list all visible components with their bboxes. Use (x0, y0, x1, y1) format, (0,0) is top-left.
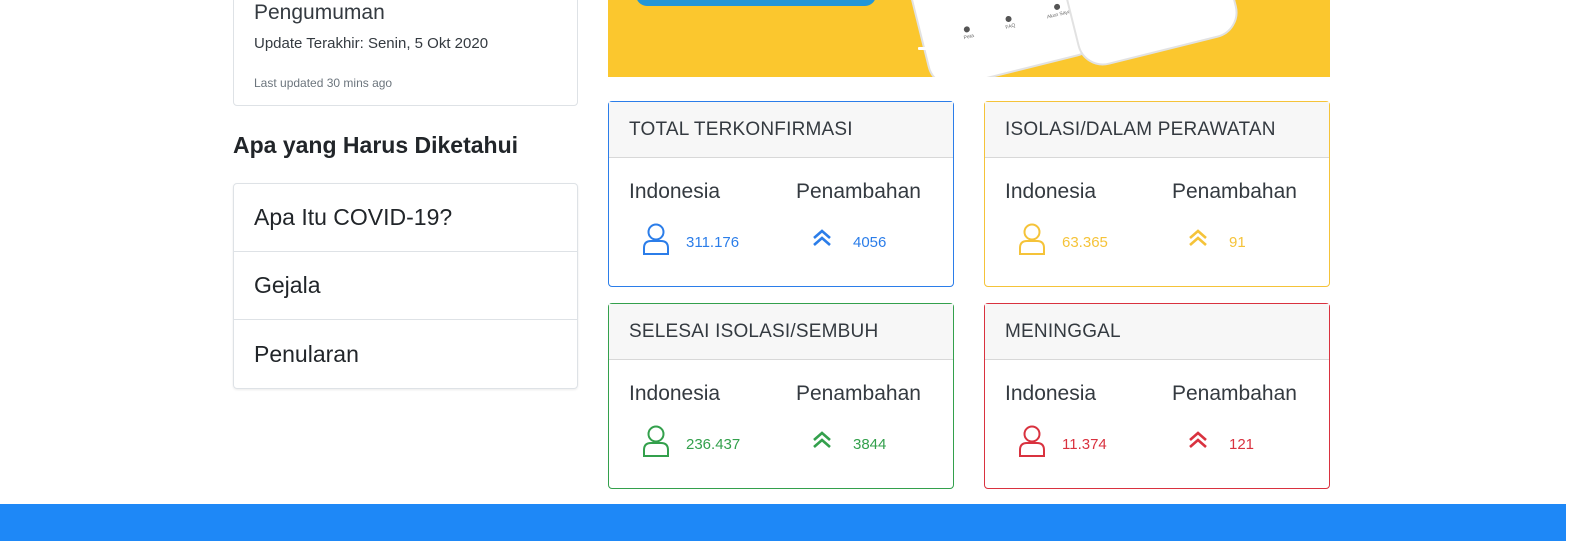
stat-card-title: TOTAL TERKONFIRMASI (609, 102, 953, 158)
phone-nav-map: Peta (961, 25, 976, 47)
stat-label-increase: Penambahan (796, 382, 921, 405)
stat-card-title: ISOLASI/DALAM PERAWATAN (985, 102, 1329, 158)
user-icon (1019, 425, 1045, 457)
double-chevron-up-icon (813, 229, 831, 246)
announcement-update: Update Terakhir: Senin, 5 Okt 2020 (254, 35, 489, 52)
stat-increase-value: 4056 (853, 234, 887, 251)
stat-label-increase: Penambahan (796, 180, 921, 203)
faq-list: Apa Itu COVID-19? Gejala Penularan (233, 183, 578, 389)
stat-card-deaths: MENINGGAL Indonesia Penambahan 11.374 12… (984, 303, 1330, 489)
user-icon (643, 223, 669, 255)
stat-card-recovered: SELESAI ISOLASI/SEMBUH Indonesia Penamba… (608, 303, 954, 489)
stat-increase-value: 121 (1229, 436, 1255, 453)
stat-total-value: 11.374 (1062, 436, 1107, 453)
stat-label-indonesia: Indonesia (629, 382, 721, 405)
scrollbar-track[interactable] (1566, 0, 1587, 541)
announcement-title: Pengumuman (254, 1, 385, 24)
user-icon (1019, 223, 1045, 255)
carousel-indicator-active[interactable] (918, 47, 946, 50)
announcement-last-updated: Last updated 30 mins ago (254, 76, 393, 90)
stat-label-indonesia: Indonesia (1005, 382, 1097, 405)
stat-label-increase: Penambahan (1172, 382, 1297, 405)
user-icon (643, 425, 669, 457)
faq-item-symptoms[interactable]: Gejala (234, 252, 577, 320)
stat-total-value: 236.437 (686, 436, 741, 453)
banner-carousel[interactable]: Peta FAQ Akun Saya (608, 0, 1330, 77)
stat-increase-value: 3844 (853, 436, 887, 453)
stat-card-confirmed: TOTAL TERKONFIRMASI Indonesia Penambahan… (608, 101, 954, 287)
phone-nav-bar: Peta FAQ Akun Saya (961, 1, 1073, 47)
double-chevron-up-icon (813, 431, 831, 448)
phone-nav-faq: FAQ (1003, 15, 1018, 37)
section-heading: Apa yang Harus Diketahui (233, 132, 519, 158)
carousel-indicator[interactable] (954, 47, 968, 50)
stat-card-title: MENINGGAL (985, 304, 1329, 360)
stat-label-increase: Penambahan (1172, 180, 1297, 203)
announcement-card: Pengumuman Update Terakhir: Senin, 5 Okt… (233, 0, 578, 106)
banner-cta-button[interactable] (636, 0, 876, 6)
stat-card-title: SELESAI ISOLASI/SEMBUH (609, 304, 953, 360)
double-chevron-up-icon (1189, 431, 1207, 448)
stat-label-indonesia: Indonesia (1005, 180, 1097, 203)
faq-item-transmission[interactable]: Penularan (234, 320, 577, 388)
stat-label-indonesia: Indonesia (629, 180, 721, 203)
footer-bar (0, 504, 1566, 541)
stat-increase-value: 91 (1229, 234, 1246, 251)
stat-card-treatment: ISOLASI/DALAM PERAWATAN Indonesia Penamb… (984, 101, 1330, 287)
double-chevron-up-icon (1189, 229, 1207, 246)
stat-total-value: 311.176 (686, 234, 740, 251)
faq-item-covid[interactable]: Apa Itu COVID-19? (234, 184, 577, 252)
stat-total-value: 63.365 (1062, 234, 1108, 251)
